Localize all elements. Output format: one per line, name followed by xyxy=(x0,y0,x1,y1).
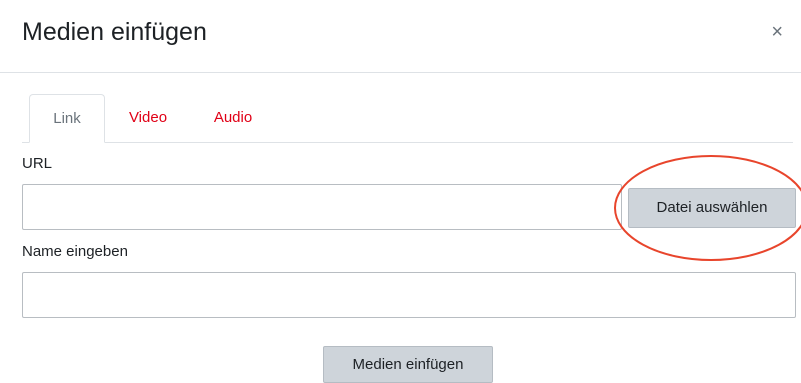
dialog-title: Medien einfügen xyxy=(22,18,207,46)
url-label: URL xyxy=(22,155,53,172)
tab-video[interactable]: Video xyxy=(116,94,180,142)
tab-audio[interactable]: Audio xyxy=(202,94,264,142)
insert-media-button[interactable]: Medien einfügen xyxy=(323,346,493,383)
close-icon[interactable]: × xyxy=(771,22,783,42)
media-type-tabs: Link Video Audio xyxy=(22,94,793,143)
insert-media-dialog: Medien einfügen × Link Video Audio URL D… xyxy=(0,0,801,383)
dialog-header: Medien einfügen × xyxy=(0,0,801,73)
browse-file-button[interactable]: Datei auswählen xyxy=(628,188,796,228)
tab-link[interactable]: Link xyxy=(29,94,105,143)
name-label: Name eingeben xyxy=(22,243,128,260)
name-input[interactable] xyxy=(22,272,796,318)
url-input[interactable] xyxy=(22,184,622,230)
